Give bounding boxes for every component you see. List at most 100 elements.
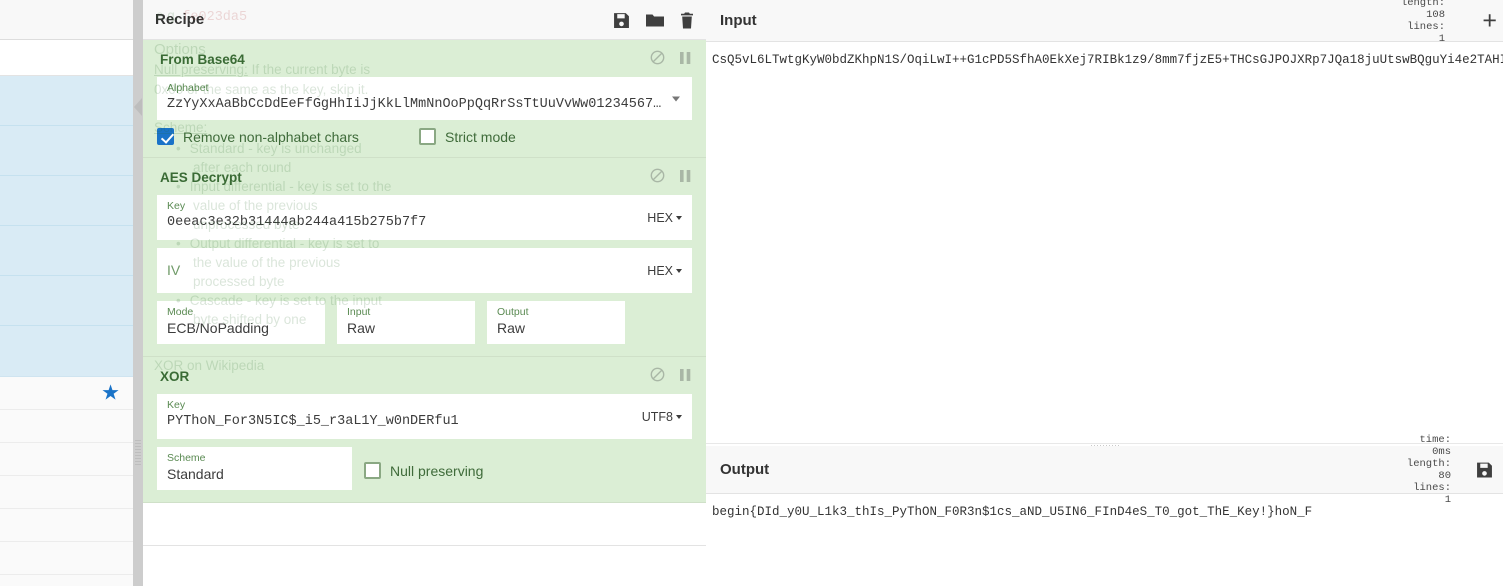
strict-mode-label: Strict mode <box>445 128 516 145</box>
aes-options-row: Mode ECB/NoPadding Input Raw Output Raw <box>157 301 692 344</box>
clear-recipe-icon[interactable] <box>680 12 694 29</box>
operations-sidebar: ★ <box>0 0 133 586</box>
output-length-label: length: <box>1406 458 1451 470</box>
chevron-down-icon[interactable] <box>672 96 680 101</box>
output-lines-label: lines: <box>1413 482 1451 494</box>
output-length-value: 80 <box>1438 470 1451 482</box>
recipe-header-controls <box>613 0 694 40</box>
recipe-operation-xor[interactable]: XOR Key PYThoN_For3N5IC$_i5_r3aL1Y_w0nDE… <box>143 357 706 503</box>
add-input-tab-button[interactable]: + <box>1482 8 1497 33</box>
output-meta: time: 0ms length: 80 lines: 1 <box>1344 434 1451 506</box>
xor-scheme-value: Standard <box>167 466 224 482</box>
operation-list-item[interactable] <box>0 276 133 326</box>
input-length-value: 108 <box>1426 9 1445 21</box>
xor-scheme-label: Scheme <box>167 452 206 464</box>
output-title: Output <box>720 461 770 478</box>
operation-title: From Base64 <box>160 52 245 67</box>
input-lines-row: lines: 1 <box>1363 21 1445 45</box>
output-textarea[interactable]: begin{DId_y0U_L1k3_thIs_PyThON_F0R3n$1cs… <box>706 494 1503 586</box>
xor-key-encoding-dropdown[interactable]: UTF8 <box>642 410 682 424</box>
cyberchef-app: ★ Recipe From Base64 Alphabet ZzYyXxAaBb… <box>0 0 1503 586</box>
favourites-operations-list <box>0 76 133 377</box>
input-meta: length: 108 lines: 1 <box>1363 0 1445 45</box>
disable-operation-icon[interactable] <box>650 168 665 183</box>
chevron-down-icon <box>676 216 682 221</box>
io-pane: Input length: 108 lines: 1 + CsQ5vL6LTwt… <box>706 0 1503 586</box>
aes-input-format-value: Raw <box>347 320 376 336</box>
output-length-row: length: 80 <box>1344 458 1451 482</box>
xor-key-encoding-value: UTF8 <box>641 409 673 424</box>
aes-key-field[interactable]: Key 0eeac3e32b31444ab244a415b275b7f7 HEX <box>157 195 692 240</box>
disable-operation-icon[interactable] <box>650 50 665 65</box>
save-output-icon[interactable] <box>1476 461 1493 478</box>
alphabet-value: ZzYyXxAaBbCcDdEeFfGgHhIiJjKkLlMmNnOoPpQq… <box>167 97 662 112</box>
aes-mode-value: ECB/NoPadding <box>167 320 269 336</box>
null-preserving-checkbox[interactable]: Null preserving <box>364 462 483 479</box>
recipe-operation-from-base64[interactable]: From Base64 Alphabet ZzYyXxAaBbCcDdEeFfG… <box>143 40 706 158</box>
category-row[interactable] <box>0 575 133 586</box>
aes-iv-field[interactable]: IV HEX <box>157 248 692 293</box>
operation-list-item[interactable] <box>0 76 133 126</box>
aes-input-format-field[interactable]: Input Raw <box>337 301 475 344</box>
output-lines-row: lines: 1 <box>1344 482 1451 506</box>
checkbox-unchecked-icon[interactable] <box>364 462 381 479</box>
operation-title: AES Decrypt <box>160 170 242 185</box>
recipe-header: Recipe <box>143 0 706 40</box>
alphabet-field[interactable]: Alphabet ZzYyXxAaBbCcDdEeFfGgHhIiJjKkLlM… <box>157 77 692 120</box>
aes-output-format-field[interactable]: Output Raw <box>487 301 625 344</box>
recipe-operations-list: From Base64 Alphabet ZzYyXxAaBbCcDdEeFfG… <box>143 40 706 546</box>
aes-mode-field[interactable]: Mode ECB/NoPadding <box>157 301 325 344</box>
xor-scheme-field[interactable]: Scheme Standard <box>157 447 352 490</box>
base64-checkbox-row: Remove non-alphabet chars Strict mode <box>157 128 692 145</box>
breakpoint-pause-icon[interactable] <box>679 51 692 65</box>
input-length-row: length: 108 <box>1363 0 1445 21</box>
category-row[interactable] <box>0 509 133 542</box>
output-panel: Output time: 0ms length: 80 lines: 1 beg… <box>706 434 1503 586</box>
alphabet-label: Alphabet <box>167 82 209 94</box>
xor-key-label: Key <box>167 399 186 411</box>
disable-operation-icon[interactable] <box>650 367 665 382</box>
chevron-down-icon <box>676 269 682 274</box>
operations-search-input[interactable] <box>0 40 133 76</box>
strict-mode-checkbox[interactable]: Strict mode <box>419 128 516 145</box>
operation-list-item[interactable] <box>0 226 133 276</box>
output-time-label: time: <box>1419 434 1451 446</box>
operation-list-item[interactable] <box>0 126 133 176</box>
breakpoint-pause-icon[interactable] <box>679 169 692 183</box>
operation-list-item[interactable] <box>0 176 133 226</box>
category-row[interactable] <box>0 410 133 443</box>
remove-non-alphabet-chars-checkbox[interactable]: Remove non-alphabet chars <box>157 128 419 145</box>
operation-controls <box>650 50 692 65</box>
category-row[interactable] <box>0 542 133 575</box>
operation-title: XOR <box>160 369 190 384</box>
chevron-left-icon[interactable] <box>134 98 142 116</box>
aes-iv-encoding-dropdown[interactable]: HEX <box>647 264 682 278</box>
checkbox-checked-icon[interactable] <box>157 128 174 145</box>
output-lines-value: 1 <box>1444 494 1451 506</box>
operation-controls <box>650 168 692 183</box>
category-favourites[interactable]: ★ <box>0 377 133 410</box>
operation-controls <box>650 367 692 382</box>
load-recipe-icon[interactable] <box>646 12 664 29</box>
aes-key-encoding-dropdown[interactable]: HEX <box>647 211 682 225</box>
aes-input-format-label: Input <box>347 306 371 318</box>
xor-options-row: Scheme Standard Null preserving <box>157 447 692 490</box>
breakpoint-pause-icon[interactable] <box>679 368 692 382</box>
recipe-operation-aes-decrypt[interactable]: AES Decrypt Key 0eeac3e32b31444ab244a415… <box>143 158 706 357</box>
input-content: CsQ5vL6LTwtgKyW0bdZKhpN1S/OqiLwI++G1cPD5… <box>712 53 1503 67</box>
recipe-pane: Recipe From Base64 Alphabet ZzYyXxAaBbCc… <box>143 0 706 586</box>
splitter-grip[interactable] <box>135 440 141 466</box>
category-row[interactable] <box>0 443 133 476</box>
aes-output-format-label: Output <box>497 306 529 318</box>
operation-list-item[interactable] <box>0 326 133 376</box>
sidebar-splitter[interactable] <box>133 0 143 586</box>
checkbox-unchecked-icon[interactable] <box>419 128 436 145</box>
category-row[interactable] <box>0 476 133 509</box>
save-recipe-icon[interactable] <box>613 12 630 29</box>
aes-mode-label: Mode <box>167 306 194 318</box>
chevron-down-icon <box>676 415 682 420</box>
xor-key-field[interactable]: Key PYThoN_For3N5IC$_i5_r3aL1Y_w0nDERfu1… <box>157 394 692 439</box>
input-textarea[interactable]: CsQ5vL6LTwtgKyW0bdZKhpN1S/OqiLwI++G1cPD5… <box>706 42 1503 443</box>
output-time-row: time: 0ms <box>1344 434 1451 458</box>
operations-header <box>0 0 133 40</box>
